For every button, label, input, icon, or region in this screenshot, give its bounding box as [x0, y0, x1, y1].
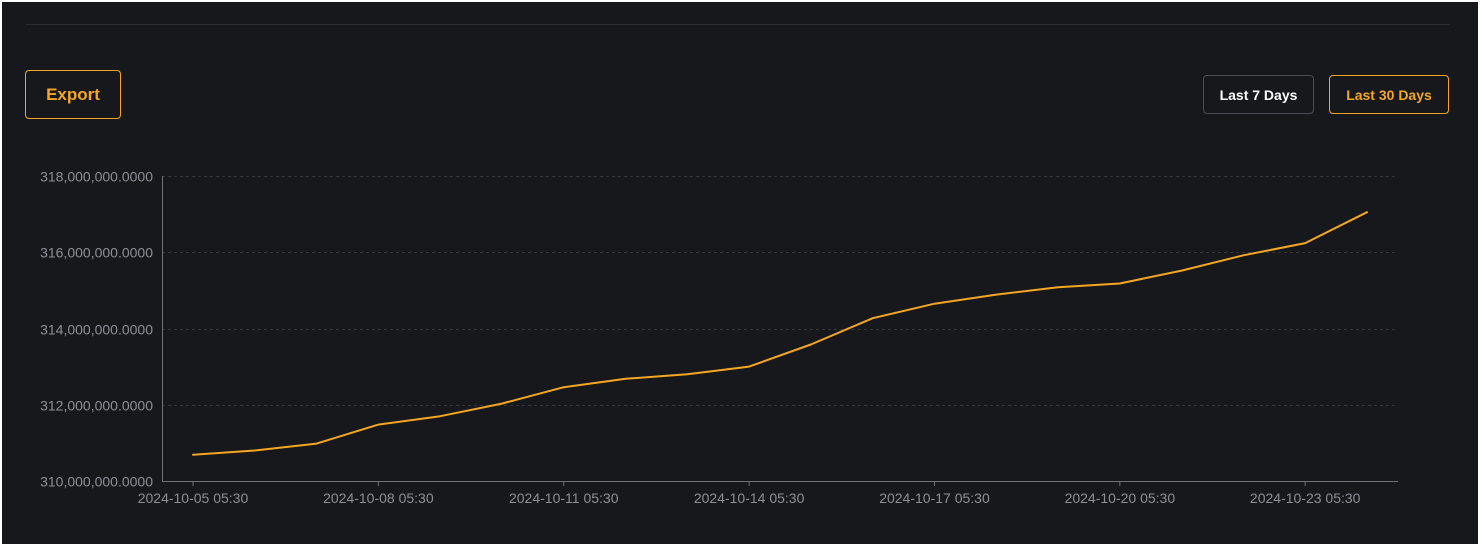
data-point[interactable] [623, 376, 629, 382]
data-point[interactable] [746, 364, 752, 370]
data-point[interactable] [870, 315, 876, 321]
data-point[interactable] [993, 292, 999, 298]
x-tick-label: 2024-10-23 05:30 [1250, 490, 1361, 506]
data-point[interactable] [1055, 284, 1061, 290]
y-tick-label: 314,000,000.0000 [40, 322, 153, 338]
grid-lines [162, 176, 1398, 406]
data-point[interactable] [499, 401, 505, 407]
y-tick-label: 316,000,000.0000 [40, 245, 153, 261]
data-point[interactable] [684, 371, 690, 377]
data-point[interactable] [932, 301, 938, 307]
x-tick-label: 2024-10-05 05:30 [138, 490, 249, 506]
x-axis-ticks: 2024-10-05 05:30 2024-10-08 05:30 2024-10-… [138, 481, 1361, 506]
y-tick-label: 310,000,000.0000 [40, 474, 153, 490]
y-tick-label: 312,000,000.0000 [40, 398, 153, 414]
data-point[interactable] [561, 384, 567, 390]
data-point[interactable] [1364, 209, 1370, 215]
data-point[interactable] [808, 342, 814, 348]
data-point[interactable] [375, 422, 381, 428]
x-tick-label: 2024-10-08 05:30 [323, 490, 434, 506]
y-tick-label: 318,000,000.0000 [40, 169, 153, 185]
y-axis-ticks: 310,000,000.0000 312,000,000.0000 314,000,… [40, 169, 153, 490]
data-point[interactable] [314, 441, 320, 447]
data-point[interactable] [252, 448, 258, 454]
axes [162, 176, 1398, 482]
line-chart: 310,000,000.0000 312,000,000.0000 314,000,… [40, 169, 1398, 506]
x-tick-label: 2024-10-20 05:30 [1065, 490, 1176, 506]
data-point[interactable] [1179, 268, 1185, 274]
x-tick-label: 2024-10-14 05:30 [694, 490, 805, 506]
x-tick-label: 2024-10-11 05:30 [509, 490, 619, 506]
data-point[interactable] [1117, 281, 1123, 287]
series [190, 209, 1370, 458]
data-point[interactable] [190, 452, 196, 458]
data-point[interactable] [1302, 240, 1308, 246]
data-point[interactable] [1240, 252, 1246, 258]
x-tick-label: 2024-10-17 05:30 [879, 490, 990, 506]
data-point[interactable] [437, 413, 443, 419]
series-line [192, 211, 1368, 456]
